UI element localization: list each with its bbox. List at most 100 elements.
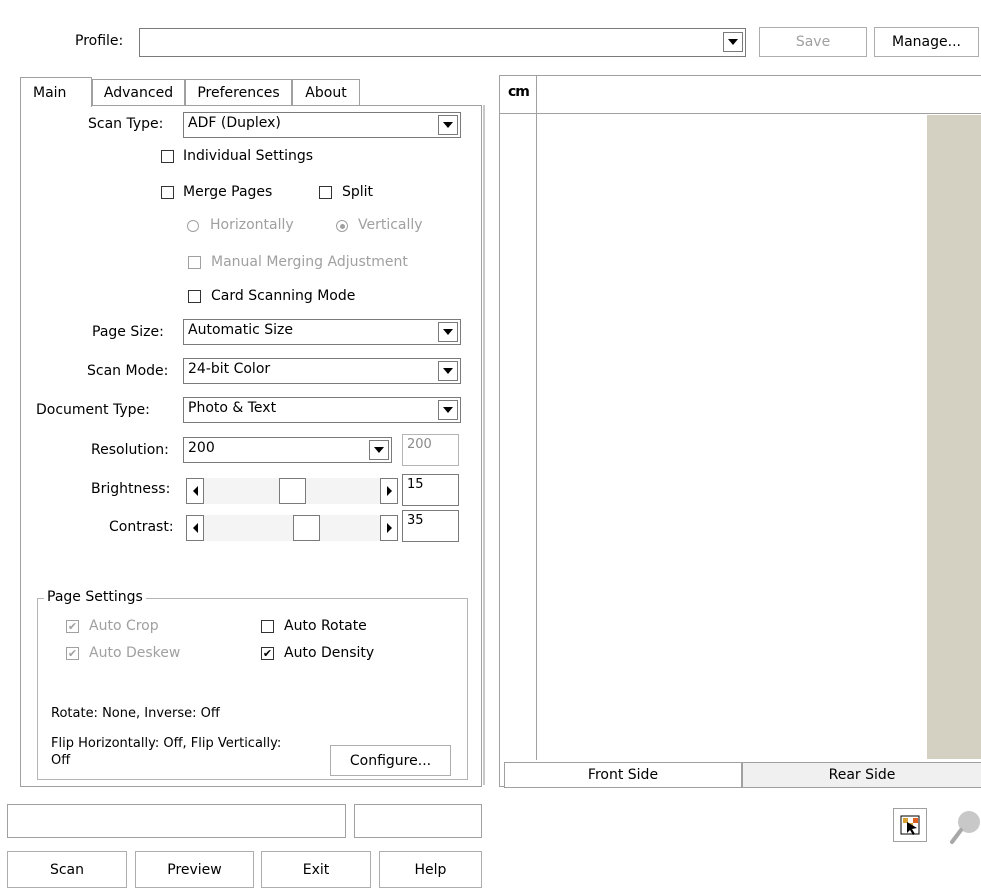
merge-pages-label: Merge Pages <box>183 184 273 200</box>
magnifier-icon[interactable] <box>948 806 981 846</box>
contrast-slider[interactable] <box>186 515 398 541</box>
manual-merging-label: Manual Merging Adjustment <box>211 254 408 270</box>
brightness-left-button[interactable] <box>186 478 204 504</box>
scan-type-label: Scan Type: <box>88 116 164 132</box>
save-button[interactable]: Save <box>759 27 867 57</box>
scan-mode-label: Scan Mode: <box>87 363 169 379</box>
tab-divider <box>92 105 482 106</box>
auto-density-label: Auto Density <box>284 645 375 661</box>
magnifier-glyph <box>950 811 980 844</box>
tab-about[interactable]: About <box>292 79 360 105</box>
contrast-right-button[interactable] <box>380 515 398 541</box>
page-size-label: Page Size: <box>92 324 164 340</box>
page-settings-title: Page Settings <box>44 589 146 605</box>
auto-deskew-label: Auto Deskew <box>89 645 181 661</box>
contrast-label: Contrast: <box>109 519 174 535</box>
scan-mode-select[interactable]: 24-bit Color <box>183 358 461 384</box>
contrast-value-input[interactable]: 35 <box>402 510 459 542</box>
vertically-radio[interactable] <box>336 220 348 232</box>
document-type-value: Photo & Text <box>188 400 277 416</box>
tab-front-side[interactable]: Front Side <box>504 762 742 788</box>
tab-rear-side[interactable]: Rear Side <box>742 762 981 788</box>
configure-button[interactable]: Configure... <box>330 745 451 776</box>
brightness-slider-thumb[interactable] <box>279 478 306 504</box>
document-type-dropdown[interactable] <box>438 400 458 420</box>
resolution-dropdown[interactable] <box>369 440 389 460</box>
brightness-slider[interactable] <box>186 478 398 504</box>
check-icon: ✔ <box>67 647 78 660</box>
auto-deskew-checkbox[interactable]: ✔ <box>66 647 79 660</box>
preview-button[interactable]: Preview <box>135 851 254 888</box>
auto-crop-label: Auto Crop <box>89 618 159 634</box>
resolution-label: Resolution: <box>91 442 169 458</box>
horizontally-radio[interactable] <box>187 220 199 232</box>
vertically-label: Vertically <box>358 217 423 233</box>
horizontal-ruler <box>500 76 981 114</box>
brightness-right-button[interactable] <box>380 478 398 504</box>
panel-divider <box>483 105 485 785</box>
contrast-left-button[interactable] <box>186 515 204 541</box>
chevron-down-icon <box>728 39 738 45</box>
auto-crop-checkbox[interactable]: ✔ <box>66 620 79 633</box>
check-icon: ✔ <box>67 620 78 633</box>
page-size-select[interactable]: Automatic Size <box>183 319 461 345</box>
profile-label: Profile: <box>75 33 124 49</box>
individual-settings-checkbox[interactable] <box>161 150 174 163</box>
horizontally-label: Horizontally <box>210 217 294 233</box>
split-label: Split <box>342 184 374 200</box>
exit-button[interactable]: Exit <box>261 851 371 888</box>
resolution-value: 200 <box>188 440 215 456</box>
brightness-label: Brightness: <box>91 481 171 497</box>
preview-side-strip <box>927 115 981 759</box>
scan-mode-dropdown[interactable] <box>438 361 458 381</box>
arrow-left-icon <box>192 486 198 496</box>
status-field-left <box>7 804 346 838</box>
arrow-right-icon <box>386 523 392 533</box>
merge-pages-checkbox[interactable] <box>161 186 174 199</box>
chevron-down-icon <box>374 447 384 453</box>
auto-rotate-checkbox[interactable] <box>261 620 274 633</box>
chevron-down-icon <box>443 407 453 413</box>
brightness-value-input[interactable]: 15 <box>402 474 459 506</box>
profile-combobox[interactable] <box>139 28 746 57</box>
page-size-value: Automatic Size <box>188 322 293 338</box>
split-checkbox[interactable] <box>319 186 332 199</box>
image-select-icon[interactable] <box>893 808 927 842</box>
auto-density-checkbox[interactable]: ✔ <box>261 647 274 660</box>
flip-info-line2: Off <box>51 753 71 768</box>
card-scanning-checkbox[interactable] <box>188 290 201 303</box>
arrow-right-icon <box>386 486 392 496</box>
arrow-left-icon <box>192 523 198 533</box>
flip-info-line1: Flip Horizontally: Off, Flip Vertically: <box>51 736 282 751</box>
help-button[interactable]: Help <box>379 851 482 888</box>
scan-button[interactable]: Scan <box>7 851 127 888</box>
document-type-select[interactable]: Photo & Text <box>183 397 461 423</box>
ruler-unit-label: cm <box>508 84 530 100</box>
manage-button[interactable]: Manage... <box>874 27 979 57</box>
resolution-select[interactable]: 200 <box>183 437 392 463</box>
chevron-down-icon <box>443 368 453 374</box>
individual-settings-label: Individual Settings <box>183 148 314 164</box>
tab-advanced[interactable]: Advanced <box>92 79 185 105</box>
tab-main[interactable]: Main <box>20 77 92 107</box>
preview-panel <box>499 75 981 787</box>
check-icon: ✔ <box>262 647 273 660</box>
contrast-slider-thumb[interactable] <box>293 515 320 541</box>
scan-type-value: ADF (Duplex) <box>188 115 281 131</box>
chevron-down-icon <box>443 329 453 335</box>
profile-dropdown-button[interactable] <box>723 32 743 52</box>
resolution-value-box: 200 <box>402 434 459 466</box>
scan-mode-value: 24-bit Color <box>188 361 271 377</box>
status-field-right <box>354 804 482 838</box>
manual-merging-checkbox[interactable] <box>188 256 201 269</box>
chevron-down-icon <box>443 122 453 128</box>
image-select-glyph <box>900 815 920 835</box>
page-size-dropdown[interactable] <box>438 322 458 342</box>
rotate-info: Rotate: None, Inverse: Off <box>51 706 220 721</box>
scan-type-dropdown[interactable] <box>438 115 458 135</box>
document-type-label: Document Type: <box>36 402 150 418</box>
auto-rotate-label: Auto Rotate <box>284 618 367 634</box>
tab-preferences[interactable]: Preferences <box>185 79 292 105</box>
card-scanning-label: Card Scanning Mode <box>211 288 356 304</box>
scan-type-select[interactable]: ADF (Duplex) <box>183 112 461 138</box>
